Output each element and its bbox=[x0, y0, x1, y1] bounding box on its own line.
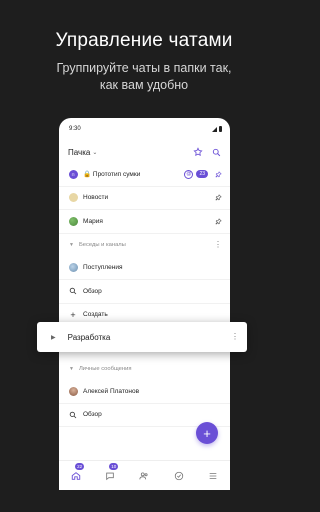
nav-badge: 22 bbox=[75, 462, 85, 470]
new-chat-fab[interactable]: + bbox=[196, 422, 218, 444]
status-icons bbox=[212, 126, 222, 132]
promo-subtitle-line1: Группируйте чаты в папки так, bbox=[56, 61, 232, 75]
collapse-triangle-icon[interactable]: ▼ bbox=[69, 366, 74, 372]
home-icon bbox=[71, 471, 81, 480]
dragged-folder-label: Разработка bbox=[67, 332, 111, 342]
check-circle-icon bbox=[174, 471, 183, 480]
chat-label: Мария bbox=[83, 217, 103, 225]
chat-item[interactable]: Новости bbox=[59, 187, 230, 210]
unread-badge: 23 bbox=[196, 170, 208, 179]
dm-label: Обзор bbox=[83, 411, 102, 419]
expand-triangle-icon: ▶ bbox=[51, 334, 56, 341]
chat-item[interactable]: П 🔒 Прототип сумки @ 23 bbox=[59, 163, 230, 187]
workspace-title: Пачка bbox=[68, 147, 91, 157]
folder-header[interactable]: ▼ Беседы и каналы ⋮ bbox=[59, 234, 230, 257]
nav-home[interactable]: 22 bbox=[69, 462, 85, 483]
signal-icon bbox=[212, 126, 217, 132]
mention-icon: @ bbox=[184, 169, 194, 179]
battery-icon bbox=[219, 126, 222, 132]
nav-threads[interactable]: 10 bbox=[103, 462, 119, 483]
dragged-folder[interactable]: ▶ Разработка ⋮ bbox=[37, 322, 247, 352]
dm-label: Алексей Платонов bbox=[83, 387, 140, 395]
bottom-nav: 22 10 bbox=[59, 460, 230, 490]
folder-label: Личные сообщения bbox=[78, 365, 132, 372]
pin-icon[interactable] bbox=[214, 217, 222, 225]
create-label: Создать bbox=[83, 311, 108, 319]
contacts-icon bbox=[139, 471, 149, 479]
status-time: 9:30 bbox=[69, 126, 81, 132]
pin-icon[interactable] bbox=[214, 194, 222, 202]
channel-label: Обзор bbox=[83, 287, 102, 295]
channel-label: Поступления bbox=[83, 264, 123, 272]
collapse-triangle-icon[interactable]: ▼ bbox=[69, 242, 74, 248]
chat-item[interactable]: Мария bbox=[59, 210, 230, 234]
plus-icon: + bbox=[70, 309, 76, 320]
star-icon[interactable] bbox=[192, 146, 204, 158]
workspace-header: Пачка ⌄ bbox=[59, 141, 230, 163]
workspace-selector[interactable]: Пачка ⌄ bbox=[68, 148, 97, 157]
nav-tasks[interactable] bbox=[172, 469, 186, 483]
dm-item[interactable]: Алексей Платонов bbox=[59, 380, 230, 404]
search-icon bbox=[68, 410, 78, 420]
folder-header[interactable]: ▼ Личные сообщения bbox=[59, 357, 230, 380]
channel-item[interactable]: Поступления bbox=[59, 257, 230, 280]
channel-item[interactable]: Обзор bbox=[59, 280, 230, 304]
threads-icon bbox=[106, 472, 115, 480]
chevron-down-icon: ⌄ bbox=[92, 149, 98, 156]
channel-avatar bbox=[68, 263, 78, 273]
status-bar: 9:30 bbox=[59, 118, 230, 140]
phone-screen: 9:30 Пачка ⌄ П 🔒 Прототип сумки @ 23 Нов… bbox=[59, 118, 230, 490]
user-avatar bbox=[68, 386, 78, 396]
promo-subtitle-line2: как вам удобно bbox=[99, 78, 189, 92]
chat-avatar bbox=[68, 193, 78, 203]
search-icon bbox=[68, 286, 78, 296]
nav-contacts[interactable] bbox=[137, 469, 151, 483]
menu-icon bbox=[209, 472, 217, 479]
chat-label: 🔒 Прототип сумки bbox=[83, 171, 141, 179]
more-options-icon[interactable]: ⋮ bbox=[231, 333, 239, 341]
folder-label: Беседы и каналы bbox=[78, 242, 126, 248]
chat-avatar bbox=[68, 216, 78, 226]
more-options-icon[interactable]: ⋮ bbox=[214, 241, 222, 249]
promo-subtitle: Группируйте чаты в папки так, как вам уд… bbox=[0, 60, 288, 94]
nav-menu[interactable] bbox=[206, 469, 220, 483]
chat-avatar: П bbox=[68, 169, 78, 179]
search-icon[interactable] bbox=[210, 146, 222, 158]
nav-badge: 10 bbox=[109, 462, 119, 470]
pin-icon[interactable] bbox=[214, 170, 222, 178]
promo-title: Управление чатами bbox=[55, 30, 233, 51]
chat-label: Новости bbox=[83, 194, 109, 202]
